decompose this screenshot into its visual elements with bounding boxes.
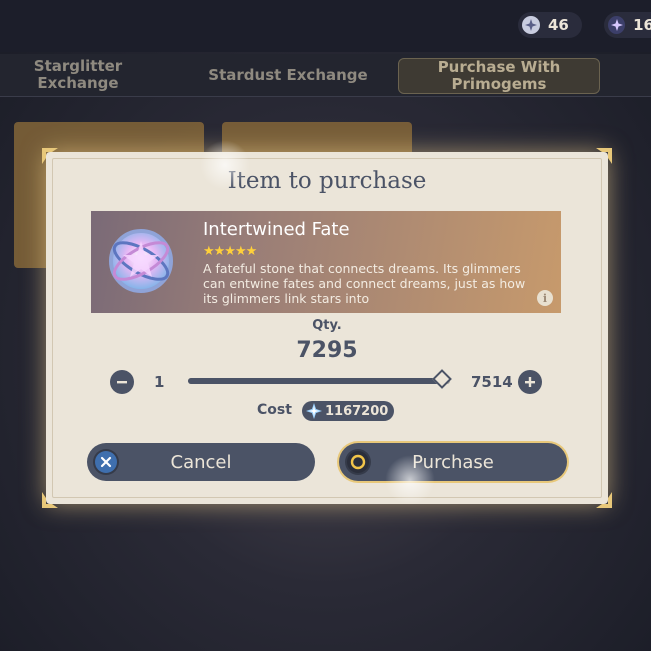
top-bar: 46 16 bbox=[0, 0, 651, 52]
minus-icon bbox=[117, 381, 127, 384]
corner-ornament-icon bbox=[42, 148, 58, 164]
quantity-slider-handle[interactable] bbox=[432, 369, 453, 389]
starglitter-counter[interactable]: 16 bbox=[604, 12, 651, 38]
masterless-starglitter-icon bbox=[608, 16, 626, 34]
plus-icon bbox=[525, 377, 535, 387]
corner-ornament-icon bbox=[596, 148, 612, 164]
stardust-counter[interactable]: 46 bbox=[518, 12, 582, 38]
quantity-min: 1 bbox=[154, 373, 165, 391]
tab-starglitter-exchange[interactable]: Starglitter Exchange bbox=[0, 54, 162, 96]
dialog-title: Item to purchase bbox=[227, 168, 427, 194]
purchase-dialog: Item to purchase Intertwined Fate ★★★★★ … bbox=[42, 148, 612, 508]
cost-value: 1167200 bbox=[325, 403, 389, 419]
purchase-button-label: Purchase bbox=[412, 451, 494, 473]
cancel-x-icon bbox=[93, 449, 119, 475]
increase-quantity-button[interactable] bbox=[518, 370, 542, 394]
cancel-button[interactable]: Cancel bbox=[87, 443, 315, 481]
decrease-quantity-button[interactable] bbox=[110, 370, 134, 394]
primogem-icon bbox=[306, 403, 322, 419]
cost-value-pill: 1167200 bbox=[302, 401, 394, 421]
item-card: Intertwined Fate ★★★★★ A fateful stone t… bbox=[91, 211, 561, 313]
quantity-slider-fill bbox=[188, 378, 443, 384]
corner-ornament-icon bbox=[42, 492, 58, 508]
cancel-button-label: Cancel bbox=[170, 451, 232, 473]
shop-tabs: Starglitter Exchange Stardust Exchange P… bbox=[0, 54, 651, 97]
masterless-stardust-icon bbox=[522, 16, 540, 34]
quantity-label: Qty. bbox=[312, 318, 342, 333]
item-rarity-stars: ★★★★★ bbox=[203, 244, 257, 259]
quantity-max: 7514 bbox=[471, 373, 513, 391]
tab-purchase-with-primogems[interactable]: Purchase With Primogems bbox=[398, 58, 600, 94]
confirm-circle-icon bbox=[345, 449, 371, 475]
tab-stardust-exchange[interactable]: Stardust Exchange bbox=[206, 54, 370, 96]
item-description: A fateful stone that connects dreams. It… bbox=[203, 261, 526, 306]
item-name: Intertwined Fate bbox=[203, 219, 350, 240]
intertwined-fate-icon bbox=[109, 229, 173, 293]
cost-label: Cost bbox=[257, 402, 292, 418]
quantity-value: 7295 bbox=[296, 338, 358, 363]
purchase-button[interactable]: Purchase bbox=[339, 443, 567, 481]
quantity-slider[interactable] bbox=[188, 369, 453, 389]
starglitter-count: 16 bbox=[633, 16, 651, 34]
stardust-count: 46 bbox=[548, 16, 569, 34]
info-icon[interactable]: i bbox=[537, 290, 553, 306]
corner-ornament-icon bbox=[596, 492, 612, 508]
